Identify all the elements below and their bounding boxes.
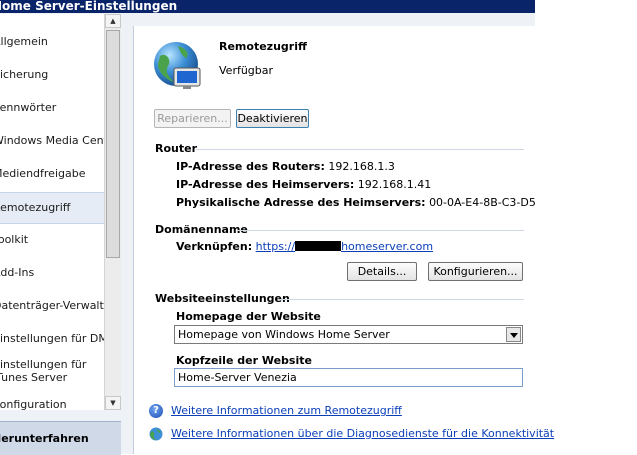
domain-divider [237, 230, 524, 231]
mac-row: Physikalische Adresse des Heimservers: 0… [176, 196, 536, 209]
redacted-domain [295, 241, 342, 251]
settings-pane: Remotezugriff Verfügbar Reparieren... De… [133, 26, 554, 454]
nav-item-label: Allgemein [0, 35, 48, 48]
domain-link-suffix: homeserver.com [341, 240, 434, 253]
domain-link-label: Verknüpfen: [176, 240, 253, 253]
scroll-down-icon[interactable]: ▼ [105, 396, 121, 410]
remote-access-globe-icon [154, 42, 201, 89]
domain-heading: Domänenname [155, 223, 248, 236]
mac-label: Physikalische Adresse des Heimservers: [176, 196, 426, 209]
scroll-thumb[interactable] [106, 30, 120, 258]
nav-item-media-center[interactable]: Windows Media Center [0, 134, 104, 164]
repair-button[interactable]: Reparieren... [154, 109, 231, 128]
nav-item-label: Einstellungen für iTunes Server [0, 358, 87, 384]
server-ip-row: IP-Adresse des Heimservers: 192.168.1.41 [176, 178, 431, 191]
nav-item-kennwoerter[interactable]: Kennwörter [0, 101, 104, 131]
nav-item-sicherung[interactable]: Sicherung [0, 68, 104, 98]
more-info-diag-link[interactable]: Weitere Informationen über die Diagnosed… [171, 427, 554, 440]
more-info-remote-link[interactable]: Weitere Informationen zum Remotezugriff [171, 404, 402, 417]
site-header-label: Kopfzeile der Website [176, 354, 312, 367]
domain-link[interactable]: https:// homeserver.com [256, 240, 433, 253]
router-ip-label: IP-Adresse des Routers: [176, 160, 325, 173]
nav-item-remotezugriff[interactable]: Remotezugriff [0, 192, 104, 224]
nav-item-datentraeger[interactable]: Datenträger-Verwaltung [0, 299, 104, 329]
website-heading: Websiteeinstellungen [155, 292, 290, 305]
nav-item-toolkit[interactable]: Toolkit [0, 233, 104, 263]
shutdown-button[interactable]: Herunterfahren [0, 421, 121, 455]
nav-item-label: Toolkit [0, 233, 29, 246]
nav-item-itunes[interactable]: Einstellungen für iTunes Server [0, 358, 104, 388]
globe-icon [149, 427, 163, 441]
domain-link-row: Verknüpfen: https:// homeserver.com [176, 240, 433, 253]
nav-item-add-ins[interactable]: Add-Ins [0, 266, 104, 296]
scroll-up-icon[interactable]: ▲ [105, 14, 121, 28]
nav-item-label: Konfiguration [0, 398, 67, 410]
nav-item-label: Datenträger-Verwaltung [0, 299, 104, 312]
site-header-field[interactable] [175, 369, 522, 386]
shutdown-label: Herunterfahren [0, 432, 89, 445]
website-divider [278, 299, 524, 300]
homepage-select[interactable]: Homepage von Windows Home Server [174, 325, 523, 344]
router-ip-row: IP-Adresse des Routers: 192.168.1.3 [176, 160, 395, 173]
nav-item-label: Add-Ins [0, 266, 35, 279]
remote-title: Remotezugriff [219, 40, 307, 53]
details-button[interactable]: Details... [347, 262, 417, 281]
mac-value: 00-0A-E4-8B-C3-D5 [429, 196, 536, 209]
nav-item-label: Kennwörter [0, 101, 57, 114]
chevron-down-icon[interactable] [506, 327, 521, 342]
settings-nav: Allgemein Sicherung Kennwörter Windows M… [0, 14, 121, 410]
nav-item-allgemein[interactable]: Allgemein [0, 35, 104, 65]
router-heading: Router [155, 142, 198, 155]
configure-button[interactable]: Konfigurieren... [428, 262, 523, 281]
server-ip-label: IP-Adresse des Heimservers: [176, 178, 355, 191]
nav-item-label: Sicherung [0, 68, 49, 81]
help-icon: ? [149, 404, 163, 418]
router-ip-value: 192.168.1.3 [328, 160, 395, 173]
nav-item-label: Einstellungen für DMS [0, 332, 104, 345]
remote-status: Verfügbar [219, 64, 274, 77]
domain-link-prefix: https:// [255, 240, 296, 253]
deactivate-button[interactable]: Deaktivieren [236, 109, 309, 128]
nav-scrollbar[interactable]: ▲ ▼ [104, 14, 121, 410]
nav-item-label: Windows Media Center [0, 134, 104, 147]
homepage-select-value: Homepage von Windows Home Server [178, 328, 390, 341]
title-bar: Home Server-Einstellungen [0, 0, 535, 13]
router-divider [196, 149, 524, 150]
server-ip-value: 192.168.1.41 [357, 178, 432, 191]
nav-item-label: Mediendfreigabe [0, 167, 86, 180]
nav-item-label: Remotezugriff [0, 201, 71, 214]
nav-item-konfiguration[interactable]: Konfiguration [0, 398, 104, 410]
homepage-label: Homepage der Website [176, 310, 321, 323]
window-title: Home Server-Einstellungen [0, 0, 178, 13]
site-header-input[interactable] [174, 368, 523, 387]
